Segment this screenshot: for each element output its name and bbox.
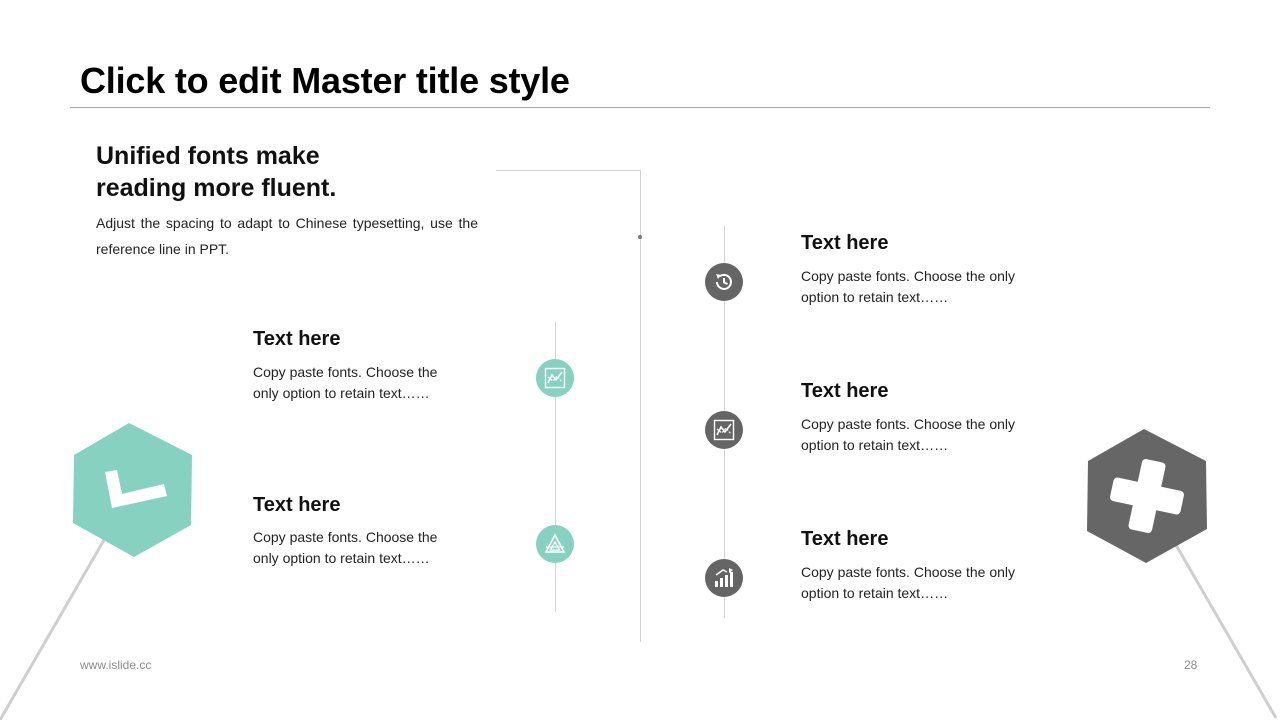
item-title: Text here xyxy=(801,380,889,402)
bar-chart-icon xyxy=(715,568,733,587)
item-title: Text here xyxy=(253,328,341,350)
item-title: Text here xyxy=(253,494,341,516)
hexagon-stems xyxy=(0,539,1278,720)
item-title: Text here xyxy=(801,232,889,254)
left-stem-line xyxy=(0,539,106,720)
right-hexagon xyxy=(1087,429,1207,563)
chart-icon xyxy=(713,419,735,441)
chart-icon-badge xyxy=(536,359,574,397)
chart-icon xyxy=(544,367,566,389)
bar-chart-icon-badge xyxy=(705,559,743,597)
history-icon-badge xyxy=(705,263,743,301)
right-stem-line xyxy=(1174,544,1278,719)
page-number: 28 xyxy=(1184,658,1198,672)
item-body: Copy paste fonts. Choose the only option… xyxy=(801,268,1016,305)
item-body: Copy paste fonts. Choose the only option… xyxy=(801,416,1016,453)
chart-icon-badge xyxy=(705,411,743,449)
triangle-icon xyxy=(544,533,566,553)
history-icon xyxy=(716,273,732,290)
item-body: Copy paste fonts. Choose the only option… xyxy=(253,364,438,401)
item-body: Copy paste fonts. Choose the only option… xyxy=(253,529,438,566)
item-body: Copy paste fonts. Choose the only option… xyxy=(801,564,1016,601)
footer-url[interactable]: www.islide.cc xyxy=(80,658,151,672)
left-hexagon xyxy=(73,423,192,557)
item-title: Text here xyxy=(801,528,889,550)
triangle-icon-badge xyxy=(536,525,574,563)
